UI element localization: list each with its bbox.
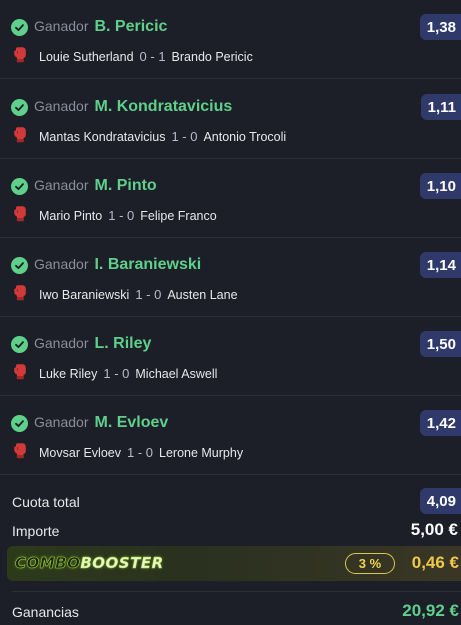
check-circle-icon — [11, 336, 28, 353]
fighter-away: Brando Pericic — [171, 49, 253, 64]
bet-market: Ganador M. Evloev — [34, 414, 168, 432]
booster-amount: 0,46 € — [411, 553, 459, 572]
fight-score: 1 - 0 — [126, 445, 153, 460]
selection-name: L. Riley — [94, 335, 152, 352]
odds-badge: 1,38 — [419, 14, 461, 40]
boxing-glove-icon — [14, 443, 26, 459]
divider — [12, 591, 461, 592]
selection-name: M. Pinto — [94, 177, 157, 194]
selection-name: M. Evloev — [94, 414, 169, 431]
bet-market: Ganador B. Pericic — [34, 18, 167, 36]
boxing-glove-icon — [14, 127, 26, 143]
market-label: Ganador — [34, 335, 89, 351]
selection-name: B. Pericic — [94, 18, 168, 35]
fight-result: Mantas Kondratavicius 1 - 0 Antonio Trocol… — [39, 129, 286, 144]
fighter-home: Movsar Evloev — [39, 445, 121, 460]
stake-label: Importe — [12, 523, 60, 539]
check-circle-icon — [11, 415, 28, 432]
check-circle-icon — [11, 99, 28, 116]
bet-market: Ganador M. Pinto — [34, 177, 157, 195]
fight-result: Mario Pinto 1 - 0 Felipe Franco — [39, 208, 217, 223]
fighter-home: Mantas Kondratavicius — [39, 129, 166, 144]
odds-badge: 1,42 — [419, 410, 461, 436]
fight-score: 1 - 0 — [108, 208, 135, 223]
check-circle-icon — [11, 178, 28, 195]
check-circle-icon — [11, 257, 28, 274]
fighter-home: Louie Sutherland — [39, 49, 134, 64]
market-label: Ganador — [34, 256, 89, 272]
bet-row[interactable]: Ganador L. Riley Luke Riley 1 - 0 Michael As… — [0, 317, 461, 396]
bet-market: Ganador M. Kondratavicius — [34, 98, 232, 116]
bet-row[interactable]: Ganador M. Pinto Mario Pinto 1 - 0 Felipe Fr… — [0, 159, 461, 238]
odds-badge: 1,14 — [419, 252, 461, 278]
fighter-away: Felipe Franco — [140, 208, 217, 223]
market-label: Ganador — [34, 177, 89, 193]
selection-name: I. Baraniewski — [94, 256, 202, 273]
fight-result: Luke Riley 1 - 0 Michael Aswell — [39, 366, 217, 381]
fighter-home: Luke Riley — [39, 366, 98, 381]
market-label: Ganador — [34, 18, 89, 34]
bet-row[interactable]: Ganador I. Baraniewski Iwo Baraniewski 1 - … — [0, 238, 461, 317]
bet-market: Ganador I. Baraniewski — [34, 256, 201, 274]
booster-logo-part1: COMBO — [15, 554, 81, 573]
boxing-glove-icon — [14, 285, 26, 301]
bet-row[interactable]: Ganador B. Pericic Louie Sutherland 0 - 1 Br… — [0, 0, 461, 79]
fighter-away: Lerone Murphy — [159, 445, 244, 460]
stake-value: 5,00 € — [410, 520, 458, 539]
booster-percent-badge: 3 % — [345, 553, 395, 574]
fight-score: 1 - 0 — [171, 129, 198, 144]
boxing-glove-icon — [14, 47, 26, 63]
fighter-away: Austen Lane — [167, 287, 238, 302]
bet-row[interactable]: Ganador M. Evloev Movsar Evloev 1 - 0 Lerone… — [0, 396, 461, 475]
fight-result: Louie Sutherland 0 - 1 Brando Pericic — [39, 49, 253, 64]
market-label: Ganador — [34, 98, 89, 114]
bet-row[interactable]: Ganador M. Kondratavicius Mantas Kondratav… — [0, 80, 461, 159]
fighter-away: Michael Aswell — [135, 366, 218, 381]
fighter-home: Iwo Baraniewski — [39, 287, 130, 302]
combo-booster-banner[interactable]: COMBOBOOSTER 3 % 0,46 € — [7, 546, 461, 581]
fight-result: Movsar Evloev 1 - 0 Lerone Murphy — [39, 445, 243, 460]
odds-badge: 1,50 — [419, 331, 461, 357]
winnings-label: Ganancias — [12, 604, 79, 620]
winnings-value: 20,92 € — [402, 601, 459, 620]
booster-logo-part2: BOOSTER — [80, 554, 164, 572]
fight-score: 1 - 0 — [135, 287, 162, 302]
fight-result: Iwo Baraniewski 1 - 0 Austen Lane — [39, 287, 238, 302]
selection-name: M. Kondratavicius — [94, 98, 233, 115]
odds-badge: 1,11 — [420, 94, 461, 120]
boxing-glove-icon — [14, 364, 26, 380]
fighter-away: Antonio Trocoli — [203, 129, 287, 144]
fight-score: 1 - 0 — [103, 366, 130, 381]
fight-score: 0 - 1 — [139, 49, 166, 64]
fighter-home: Mario Pinto — [39, 208, 103, 223]
combo-booster-logo: COMBOBOOSTER — [15, 554, 164, 573]
total-odds-value: 4,09 — [419, 488, 461, 514]
market-label: Ganador — [34, 414, 89, 430]
check-circle-icon — [11, 19, 28, 36]
boxing-glove-icon — [14, 206, 26, 222]
bet-market: Ganador L. Riley — [34, 335, 151, 353]
total-odds-label: Cuota total — [12, 494, 80, 510]
odds-badge: 1,10 — [419, 173, 461, 199]
